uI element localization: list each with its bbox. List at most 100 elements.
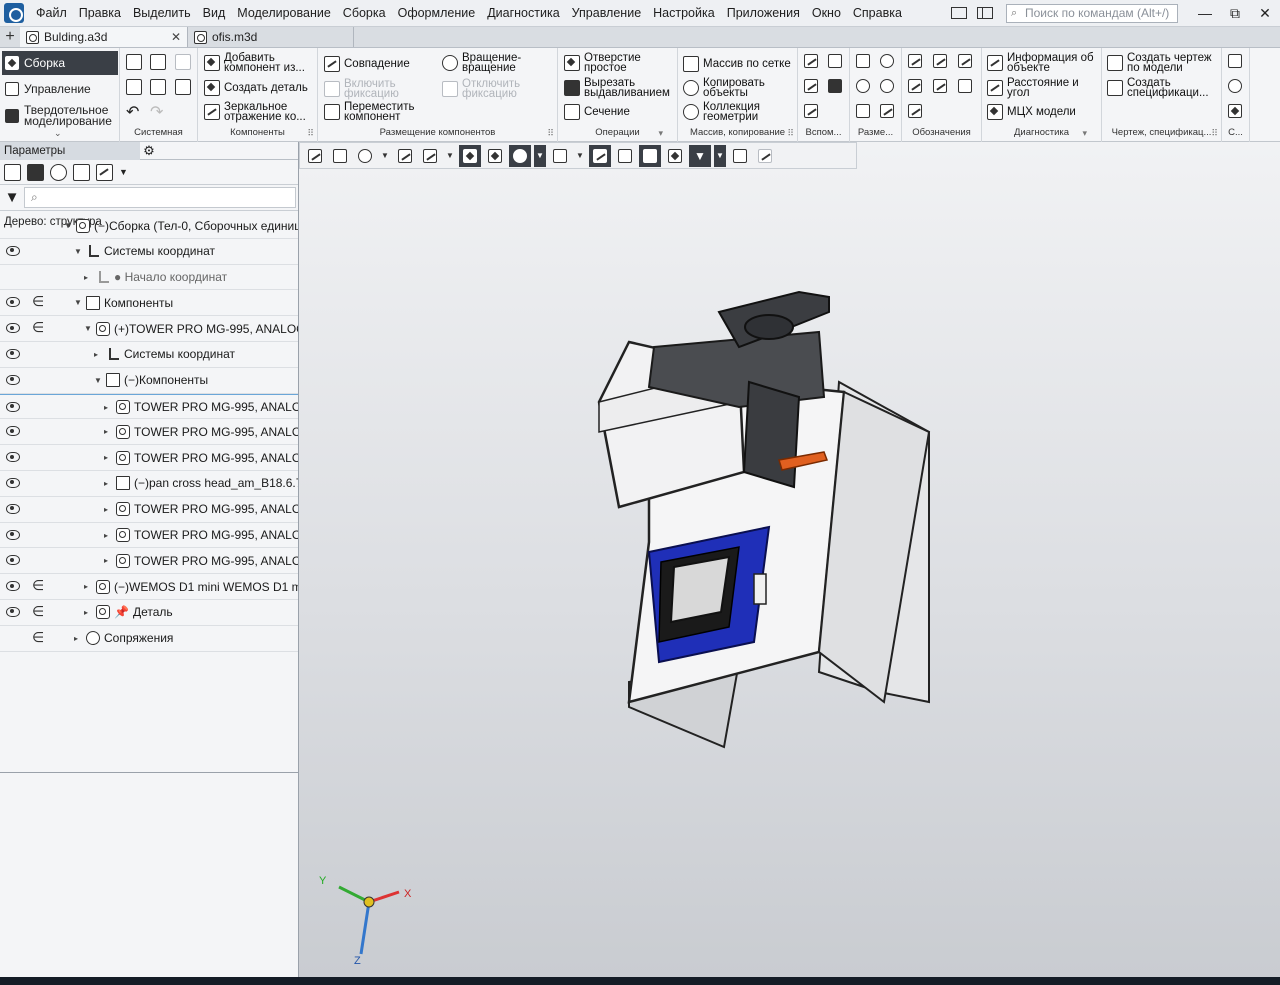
tab-parameters[interactable]: Параметры bbox=[0, 141, 140, 160]
include-in-calc-icon[interactable]: ∈ bbox=[32, 577, 44, 594]
tree-row[interactable]: ▼ (−)Компоненты bbox=[0, 368, 298, 394]
aux-axis-icon[interactable] bbox=[828, 79, 842, 93]
tolerance-icon[interactable] bbox=[933, 79, 947, 93]
collapse-arrow-icon[interactable]: ▸ bbox=[104, 427, 112, 436]
move-component-button[interactable]: Переместить компонент bbox=[324, 101, 414, 123]
geometry-collection-button[interactable]: Коллекция геометрии bbox=[683, 101, 760, 123]
group-grip-icon[interactable]: ⠿ bbox=[547, 128, 554, 139]
add-plus-icon[interactable] bbox=[1228, 54, 1242, 68]
mass-properties-button[interactable]: МЦХ модели bbox=[987, 104, 1076, 120]
collapse-arrow-icon[interactable]: ▸ bbox=[104, 556, 112, 565]
tree-search-input[interactable]: ⌕ bbox=[24, 187, 296, 208]
filter-icon[interactable]: ▼ bbox=[0, 189, 24, 206]
collapse-arrow-icon[interactable]: ▸ bbox=[104, 505, 112, 514]
collapse-arrow-icon[interactable]: ▸ bbox=[74, 634, 82, 643]
menu-diagnostics[interactable]: Диагностика bbox=[481, 6, 565, 20]
menu-apps[interactable]: Приложения bbox=[721, 6, 806, 20]
tree-row[interactable]: ▼ Системы координат bbox=[0, 239, 298, 265]
roughness-icon[interactable] bbox=[908, 54, 922, 68]
aux-curve-icon[interactable] bbox=[804, 104, 818, 118]
close-tab-icon[interactable]: ✕ bbox=[171, 30, 181, 44]
object-info-button[interactable]: Информация об объекте bbox=[987, 52, 1094, 74]
eye-icon[interactable] bbox=[6, 323, 20, 334]
tree-row[interactable]: ∈ ▸ 📌 Деталь bbox=[0, 600, 298, 626]
tree-structure-icon[interactable] bbox=[1228, 104, 1242, 118]
radial-dimension-icon[interactable] bbox=[856, 79, 870, 93]
menu-help[interactable]: Справка bbox=[847, 6, 908, 20]
chevron-down-icon[interactable]: ▼ bbox=[119, 167, 128, 177]
coincidence-button[interactable]: Совпадение bbox=[324, 56, 410, 72]
eye-icon[interactable] bbox=[6, 245, 20, 256]
add-component-button[interactable]: Добавить компонент из... bbox=[204, 52, 305, 74]
mode-solid-modeling[interactable]: Твердотельное моделирование bbox=[2, 102, 118, 130]
linear-dimension-icon[interactable] bbox=[856, 54, 870, 68]
expand-arrow-icon[interactable]: ▼ bbox=[94, 376, 102, 385]
copy-objects-button[interactable]: Копировать объекты bbox=[683, 77, 765, 99]
tree-view-mates-icon[interactable] bbox=[50, 163, 67, 181]
eye-icon[interactable] bbox=[6, 606, 20, 617]
tab-bulding-a3d[interactable]: Bulding.a3d ✕ bbox=[20, 27, 188, 47]
eye-icon[interactable] bbox=[6, 581, 20, 592]
dropdown-arrow-icon[interactable]: ▾ bbox=[1082, 128, 1087, 139]
new-document-icon[interactable] bbox=[126, 54, 142, 70]
eye-icon[interactable] bbox=[6, 426, 20, 437]
create-specification-button[interactable]: Создать спецификаци... bbox=[1107, 77, 1209, 99]
include-in-calc-icon[interactable]: ∈ bbox=[32, 603, 44, 620]
close-button[interactable]: ✕ bbox=[1250, 5, 1280, 22]
expand-arrow-icon[interactable]: ▼ bbox=[64, 221, 72, 230]
tree-view-grid-icon[interactable] bbox=[73, 163, 90, 181]
collapse-arrow-icon[interactable]: ▸ bbox=[94, 350, 102, 359]
minimize-button[interactable]: — bbox=[1190, 5, 1220, 21]
diameter-dimension-icon[interactable] bbox=[880, 54, 894, 68]
restore-button[interactable]: ⧉ bbox=[1220, 5, 1250, 22]
aux-point-icon[interactable] bbox=[828, 54, 842, 68]
eye-icon[interactable] bbox=[6, 529, 20, 540]
group-grip-icon[interactable]: ⠿ bbox=[307, 128, 314, 139]
eye-icon[interactable] bbox=[6, 401, 20, 412]
tab-ofis-m3d[interactable]: ofis.m3d bbox=[188, 27, 354, 47]
gear-icon[interactable]: ⚙ bbox=[140, 143, 158, 159]
group-grip-icon[interactable]: ⠿ bbox=[787, 128, 794, 139]
3d-viewport[interactable]: ▼ ▼ ▼ ▼ ▼ ▼ X Y Z bbox=[299, 142, 1280, 977]
tree-row[interactable]: ∈ ▼ Компоненты bbox=[0, 290, 298, 317]
mirror-component-button[interactable]: Зеркальное отражение ко... bbox=[204, 101, 306, 123]
menu-settings[interactable]: Настройка bbox=[647, 6, 721, 20]
expand-arrow-icon[interactable]: ▼ bbox=[74, 247, 82, 256]
collapse-arrow-icon[interactable]: ▸ bbox=[84, 273, 92, 282]
print-icon[interactable] bbox=[126, 79, 142, 95]
tree-row[interactable]: ▸ TOWER PRO MG-995, ANALOG bbox=[0, 419, 298, 446]
eye-icon[interactable] bbox=[6, 452, 20, 463]
rotation-rotation-button[interactable]: Вращение- вращение bbox=[442, 52, 521, 74]
tree-row[interactable]: ▼ (−)Сборка (Тел-0, Сборочных единиц bbox=[0, 213, 298, 239]
new-tab-button[interactable]: + bbox=[0, 27, 20, 47]
grid-array-button[interactable]: Массив по сетке bbox=[683, 56, 791, 72]
collapse-arrow-icon[interactable]: ▸ bbox=[84, 608, 92, 617]
collapse-arrow-icon[interactable]: ▸ bbox=[104, 479, 112, 488]
include-in-calc-icon[interactable]: ∈ bbox=[32, 629, 44, 646]
command-search-input[interactable]: ⌕ Поиск по командам (Alt+/) bbox=[1006, 3, 1178, 23]
eye-icon[interactable] bbox=[6, 503, 20, 514]
menu-manage[interactable]: Управление bbox=[566, 6, 648, 20]
mode-assembly[interactable]: Сборка bbox=[2, 51, 118, 75]
preview-icon[interactable] bbox=[150, 79, 166, 95]
include-in-calc-icon[interactable]: ∈ bbox=[32, 319, 44, 336]
mark-icon[interactable] bbox=[908, 104, 922, 118]
tree-row[interactable]: ▸ TOWER PRO MG-995, ANALOG bbox=[0, 548, 298, 575]
menu-format[interactable]: Оформление bbox=[392, 6, 482, 20]
tree-row[interactable]: ▸ TOWER PRO MG-995, ANALOG bbox=[0, 523, 298, 549]
eye-icon[interactable] bbox=[6, 297, 20, 308]
aux-plane-icon[interactable] bbox=[804, 79, 818, 93]
open-folder-icon[interactable] bbox=[150, 54, 166, 70]
menu-view[interactable]: Вид bbox=[197, 6, 232, 20]
eye-icon[interactable] bbox=[6, 348, 20, 359]
weld-icon[interactable] bbox=[958, 54, 972, 68]
save-icon[interactable] bbox=[175, 79, 191, 95]
menu-select[interactable]: Выделить bbox=[127, 6, 197, 20]
undo-icon[interactable]: ↶ bbox=[126, 102, 139, 122]
tree-row[interactable]: ∈ ▼ (+)TOWER PRO MG-995, ANALOG S bbox=[0, 316, 298, 342]
section-button[interactable]: Сечение bbox=[564, 104, 630, 120]
kompas-logo-icon[interactable] bbox=[4, 3, 24, 23]
menu-assembly[interactable]: Сборка bbox=[337, 6, 392, 20]
menu-window[interactable]: Окно bbox=[806, 6, 847, 20]
collapse-arrow-icon[interactable]: ▸ bbox=[104, 403, 112, 412]
